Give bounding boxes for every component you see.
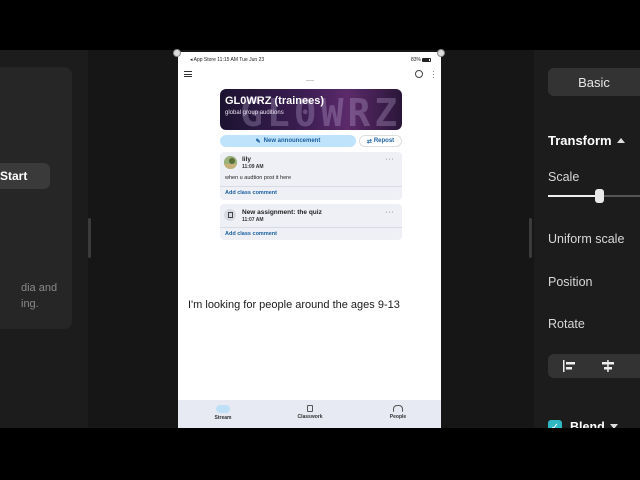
divider (220, 186, 402, 187)
align-toolbar (548, 354, 640, 378)
class-subtitle: global group auditions (225, 110, 284, 116)
uniform-scale-label: Uniform scale (548, 232, 625, 246)
new-announcement-label: New announcement (263, 138, 321, 144)
left-hint: dia and ing. (0, 280, 72, 312)
assignment-card[interactable]: New assignment: the quiz 11:07 AM ··· Ad… (220, 204, 402, 240)
menu-icon[interactable] (184, 71, 192, 77)
post-time: 11:09 AM (242, 164, 264, 170)
start-button-label: Start (0, 169, 28, 183)
post-body: when u audtion post it here (225, 175, 292, 181)
top-black-bar (0, 0, 640, 50)
assignment-title: New assignment: the quiz (242, 209, 322, 216)
bottom-nav: Stream Classwork People (178, 400, 441, 428)
assignment-time: 11:07 AM (242, 217, 264, 223)
nav-classwork[interactable]: Classwork (280, 400, 340, 428)
assignment-more-icon[interactable]: ··· (386, 209, 395, 216)
nav-classwork-label: Classwork (297, 414, 323, 420)
assignment-icon (224, 209, 236, 221)
right-scrollbar[interactable] (529, 218, 532, 258)
post-more-icon[interactable]: ··· (386, 156, 395, 163)
align-left-icon[interactable] (562, 360, 576, 372)
repost-icon: ⇄ (366, 138, 372, 145)
phone-screen: ◂ App Store 11:15 AM Tue Jun 23 83% · · · … (178, 52, 441, 428)
scale-label: Scale (548, 170, 580, 184)
status-left: ◂ App Store 11:15 AM Tue Jun 23 (190, 57, 265, 63)
left-hint-line2: ing. (21, 298, 39, 310)
nav-people-label: People (389, 414, 407, 420)
rotate-label: Rotate (548, 317, 585, 331)
add-class-comment-link[interactable]: Add class comment (225, 231, 277, 237)
screen: Start dia and ing. Basic Transform Scale… (0, 0, 640, 480)
scale-slider-fill (548, 195, 599, 197)
left-scrollbar[interactable] (88, 218, 91, 258)
class-title: GL0WRZ (trainees) (225, 95, 325, 107)
stream-icon (216, 405, 230, 413)
nav-stream-label: Stream (214, 415, 232, 421)
nav-stream[interactable]: Stream (193, 400, 253, 428)
transform-label: Transform (548, 133, 612, 148)
gear-icon[interactable] (415, 70, 423, 78)
post-author: lily (242, 156, 252, 163)
basic-tab-button[interactable]: Basic (548, 68, 640, 96)
divider (220, 227, 402, 228)
nav-people[interactable]: People (368, 400, 428, 428)
bottom-black-bar (0, 428, 640, 480)
transform-section-toggle[interactable]: Transform (548, 133, 625, 148)
repost-label: Repost (373, 138, 395, 144)
resize-handle-right[interactable] (437, 49, 445, 57)
add-class-comment-link[interactable]: Add class comment (225, 190, 277, 196)
avatar (224, 156, 237, 169)
battery-icon (422, 58, 431, 62)
more-vertical-icon[interactable]: · · · (432, 68, 435, 82)
pencil-icon: ✎ (255, 138, 261, 145)
chevron-up-icon (616, 138, 625, 143)
scale-slider-thumb[interactable] (594, 189, 604, 203)
status-right: 83% (411, 57, 431, 63)
repost-button[interactable]: ⇄ Repost (359, 135, 402, 147)
grabber-handle (306, 80, 314, 81)
position-label: Position (548, 275, 593, 289)
caption-text: I'm looking for people around the ages 9… (188, 299, 400, 311)
basic-label: Basic (578, 74, 610, 90)
class-banner[interactable]: GL0WRZ GL0WRZ (trainees) global group au… (220, 89, 402, 130)
post-card[interactable]: lily 11:09 AM ··· when u audtion post it… (220, 152, 402, 200)
battery-percent: 83% (410, 57, 421, 63)
align-center-icon[interactable] (601, 360, 615, 372)
start-button[interactable]: Start (0, 163, 50, 189)
people-icon (393, 405, 403, 412)
status-bar: ◂ App Store 11:15 AM Tue Jun 23 83% (178, 52, 441, 66)
new-announcement-button[interactable]: ✎ New announcement (220, 135, 356, 147)
resize-handle-left[interactable] (173, 49, 181, 57)
classwork-icon (307, 405, 313, 412)
left-hint-line1: dia and (21, 282, 58, 294)
